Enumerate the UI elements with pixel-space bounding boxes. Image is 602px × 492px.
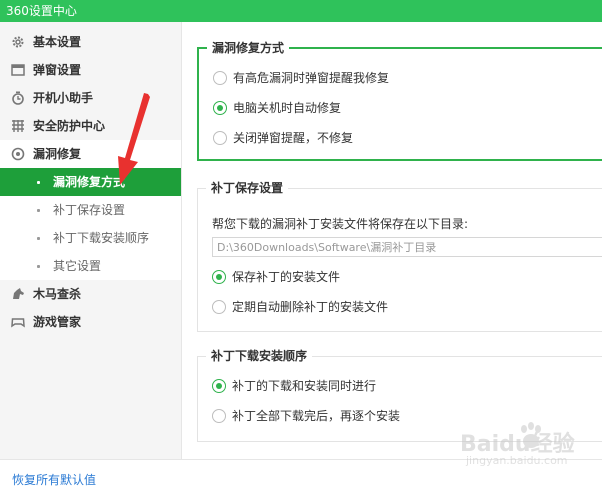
settings-content: 漏洞修复方式 有高危漏洞时弹窗提醒我修复 电脑关机时自动修复 关闭弹窗提醒，不修… <box>182 22 602 459</box>
patch-icon <box>11 147 25 161</box>
radio-label: 电脑关机时自动修复 <box>233 101 342 115</box>
watermark-url: jingyan.baidu.com <box>466 454 568 467</box>
sidebar-item-label: 游戏管家 <box>33 315 82 329</box>
sidebar-subitem-label: 其它设置 <box>53 259 102 273</box>
timer-icon <box>12 91 24 105</box>
radio-button[interactable] <box>213 71 227 85</box>
window-title: 360设置中心 <box>6 4 77 18</box>
bullet-icon <box>37 209 40 212</box>
patch-path-input[interactable] <box>212 237 602 257</box>
patch-path-description: 帮您下载的漏洞补丁安装文件将保存在以下目录: <box>212 217 469 231</box>
sidebar-subitem-label: 补丁下载安装顺序 <box>53 231 150 245</box>
sidebar-subitem-patch-save[interactable]: 补丁保存设置 <box>0 196 181 224</box>
radio-label: 有高危漏洞时弹窗提醒我修复 <box>233 71 390 85</box>
bullet-icon <box>37 181 40 184</box>
shield-grid-icon <box>12 120 24 132</box>
gamepad-icon <box>11 318 25 328</box>
radio-button[interactable] <box>213 101 227 115</box>
gear-icon <box>12 36 24 48</box>
radio-label: 补丁的下载和安装同时进行 <box>232 379 377 393</box>
sidebar-item-label: 安全防护中心 <box>33 119 106 133</box>
group-title: 漏洞修复方式 <box>207 40 290 56</box>
radio-button[interactable] <box>213 131 227 145</box>
sidebar-subitem-other-settings[interactable]: 其它设置 <box>0 252 181 280</box>
group-repair-mode: 漏洞修复方式 有高危漏洞时弹窗提醒我修复 电脑关机时自动修复 关闭弹窗提醒，不修… <box>197 40 602 161</box>
bullet-icon <box>37 237 40 240</box>
group-patch-save: 补丁保存设置 帮您下载的漏洞补丁安装文件将保存在以下目录: 保存补丁的安装文件 … <box>197 180 602 332</box>
sidebar-item-popup-settings[interactable]: 弹窗设置 <box>0 56 181 84</box>
sidebar-item-trojan-scan[interactable]: 木马查杀 <box>0 280 181 308</box>
group-title: 补丁保存设置 <box>206 180 289 196</box>
restore-defaults-link[interactable]: 恢复所有默认值 <box>12 471 96 488</box>
radio-button[interactable] <box>212 409 226 423</box>
bullet-icon <box>37 265 40 268</box>
radio-label: 关闭弹窗提醒，不修复 <box>233 131 354 145</box>
radio-label: 保存补丁的安装文件 <box>232 270 341 284</box>
sidebar-subitem-label: 补丁保存设置 <box>53 203 126 217</box>
sidebar-item-label: 木马查杀 <box>33 287 82 301</box>
baidu-watermark: Baidu经验 jingyan.baidu.com <box>460 420 600 480</box>
radio-button[interactable] <box>212 300 226 314</box>
sidebar-item-basic-settings[interactable]: 基本设置 <box>0 28 181 56</box>
sidebar-subitem-download-order[interactable]: 补丁下载安装顺序 <box>0 224 181 252</box>
sidebar-item-label: 漏洞修复 <box>33 147 82 161</box>
window-title-bar: 360设置中心 <box>0 0 602 22</box>
group-title: 补丁下载安装顺序 <box>206 348 313 364</box>
sidebar-item-label: 基本设置 <box>33 35 82 49</box>
window-icon <box>11 64 25 76</box>
radio-button[interactable] <box>212 379 226 393</box>
sidebar-item-label: 弹窗设置 <box>33 63 82 77</box>
radio-button[interactable] <box>212 270 226 284</box>
horse-icon <box>13 288 24 299</box>
sidebar: 基本设置 弹窗设置 开机小助手 安全防护中心 漏洞修复 漏洞修复方式 补丁保存设… <box>0 22 182 459</box>
radio-label: 定期自动删除补丁的安装文件 <box>232 300 389 314</box>
sidebar-item-label: 开机小助手 <box>33 91 94 105</box>
radio-label: 补丁全部下载完后，再逐个安装 <box>232 409 401 423</box>
annotation-arrow-icon <box>118 93 150 185</box>
sidebar-item-game-manager[interactable]: 游戏管家 <box>0 308 181 336</box>
